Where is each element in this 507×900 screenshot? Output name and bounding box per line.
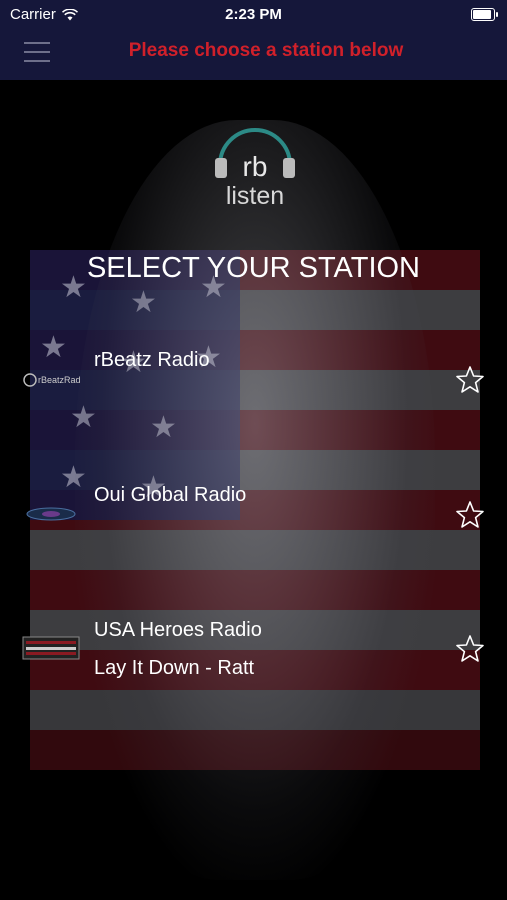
svg-text:rBeatzRadio: rBeatzRadio [38, 375, 80, 385]
status-time: 2:23 PM [225, 6, 282, 23]
station-row-usa-heroes[interactable]: USA Heroes Radio Lay It Down - Ratt [0, 610, 507, 700]
svg-text:rb: rb [243, 151, 268, 182]
favorite-star-icon[interactable] [455, 634, 485, 664]
navigation-bar: Carrier 2:23 PM Please choose a station … [0, 0, 507, 80]
station-name: Oui Global Radio [94, 484, 247, 506]
station-name: rBeatz Radio [94, 349, 210, 371]
station-row-oui-global[interactable]: Oui Global Radio [0, 475, 507, 555]
station-thumbnail [22, 502, 80, 526]
headphones-icon: rb [215, 128, 295, 182]
station-row-rbeatz[interactable]: rBeatzRadio rBeatz Radio [0, 340, 507, 420]
page-title: Please choose a station below [128, 40, 404, 61]
favorite-star-icon[interactable] [455, 365, 485, 395]
hamburger-menu-icon[interactable] [24, 40, 50, 64]
battery-fill [473, 10, 491, 19]
station-name: USA Heroes Radio [94, 619, 262, 641]
station-thumbnail [22, 636, 80, 660]
favorite-star-icon[interactable] [455, 500, 485, 530]
station-thumbnail: rBeatzRadio [22, 368, 88, 392]
battery-icon [471, 8, 498, 21]
status-bar: Carrier 2:23 PM [0, 0, 507, 30]
section-heading: SELECT YOUR STATION [86, 252, 421, 284]
logo-text: listen [225, 182, 285, 210]
rb-listen-logo: rb listen [205, 120, 305, 210]
now-playing-track: Lay It Down - Ratt [94, 657, 255, 679]
